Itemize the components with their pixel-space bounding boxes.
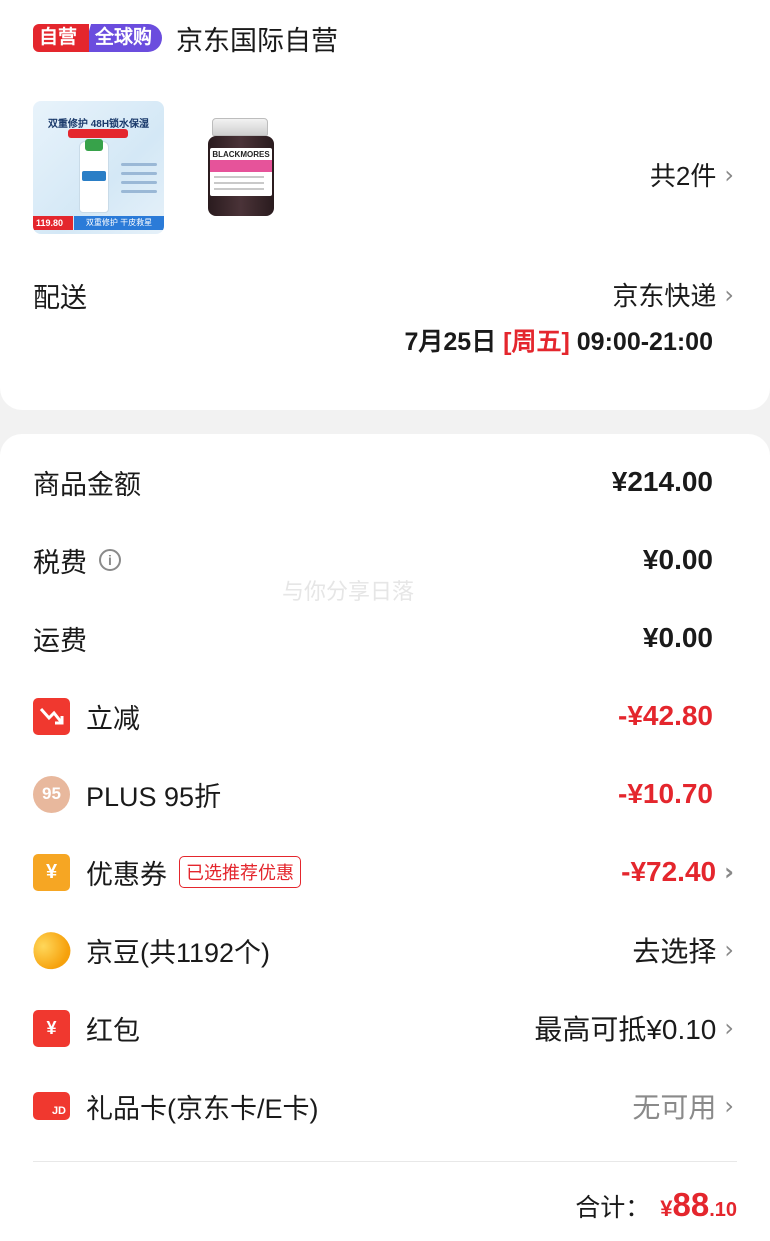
product-image-cetaphil[interactable]: 双重修护 48H锁水保湿 119.80 双重修护 干皮救星	[33, 101, 164, 234]
instant-discount-row: 立减 -¥42.80	[0, 686, 770, 746]
delivery-label: 配送	[33, 283, 87, 313]
coupon-row[interactable]: ¥ 优惠券 已选推荐优惠 -¥72.40 ›	[0, 842, 770, 902]
goods-amount-value: ¥214.00	[611, 466, 713, 497]
gift-card-label: 礼品卡(京东卡/E卡)	[86, 1093, 319, 1124]
tax-value: ¥0.00	[642, 544, 713, 575]
jar-label-lines	[214, 176, 264, 194]
chevron-right-icon: ›	[724, 936, 734, 964]
total-label: 合计：	[575, 1194, 651, 1222]
jar-pink-band	[210, 160, 272, 172]
plus-discount-row: 95 PLUS 95折 -¥10.70	[0, 764, 770, 824]
plus-discount-value: -¥10.70	[618, 778, 713, 809]
red-packet-label-group: ¥ 红包	[33, 998, 140, 1058]
store-header: 自营 全球购 京东国际自营	[33, 22, 338, 56]
coupon-value: -¥72.40	[621, 856, 717, 887]
coupon-icon: ¥	[33, 853, 70, 891]
plus-discount-label-group: 95 PLUS 95折	[33, 764, 221, 824]
delivery-carrier-selector[interactable]: 京东快递 ›	[612, 276, 734, 313]
product-image-tag	[68, 129, 128, 138]
delivery-carrier: 京东快递	[612, 281, 717, 311]
red-packet-icon: ¥	[33, 1009, 70, 1047]
jd-beans-label-group: 京豆(共1192个)	[26, 920, 271, 980]
chevron-right-icon: ›	[724, 160, 734, 189]
instant-discount-label-group: 立减	[33, 686, 140, 746]
chevron-right-icon: ›	[724, 280, 734, 309]
total-integer: 88	[672, 1186, 710, 1223]
gift-card-value-group: 无可用 ›	[632, 1076, 734, 1136]
chevron-right-icon: ›	[724, 1014, 734, 1042]
plus-discount-label: PLUS 95折	[86, 781, 222, 812]
goods-amount-label: 商品金额	[33, 469, 141, 500]
jd-beans-value-group: 去选择 ›	[632, 920, 734, 980]
tax-row: 税费 i ¥0.00	[0, 530, 770, 590]
jar-brand-text: BLACKMORES	[212, 150, 270, 159]
product-image-blackmores[interactable]: BLACKMORES	[204, 114, 278, 220]
coupon-value-group: -¥72.40 ›	[621, 842, 734, 902]
product-image-headline: 双重修护 48H锁水保湿	[47, 119, 150, 130]
product-info-lines	[121, 163, 157, 203]
coupon-label-group: ¥ 优惠券 已选推荐优惠	[33, 842, 301, 902]
chevron-right-icon: ›	[724, 858, 734, 886]
tax-label-group: 税费 i	[33, 530, 121, 590]
jd-beans-row[interactable]: 京豆(共1192个) 去选择 ›	[0, 920, 770, 980]
delivery-time[interactable]: 7月25日 [周五] 09:00-21:00	[405, 322, 714, 358]
total-currency: ¥	[660, 1196, 673, 1221]
instant-discount-label: 立减	[86, 703, 140, 734]
price-down-icon	[33, 697, 70, 735]
order-total: 合计： ¥ 88 .10	[575, 1186, 737, 1224]
gift-card-icon: JD	[33, 1092, 70, 1120]
bottle-cap-graphic	[85, 139, 103, 151]
order-goods-card: 自营 全球购 京东国际自营 双重修护 48H锁水保湿 119.80 双重修护 干…	[0, 0, 770, 410]
gift-card-row[interactable]: JD 礼品卡(京东卡/E卡) 无可用 ›	[0, 1076, 770, 1136]
jd-beans-select: 去选择	[632, 936, 717, 967]
instant-discount-value: -¥42.80	[618, 700, 713, 731]
shipping-value: ¥0.00	[642, 622, 713, 653]
product-image-strip: 双重修护 干皮救星	[74, 216, 164, 230]
coupon-label: 优惠券	[86, 859, 167, 890]
plus-95-icon: 95	[33, 775, 70, 813]
info-icon[interactable]: i	[99, 549, 121, 571]
chevron-right-icon: ›	[724, 1092, 734, 1120]
jar-label-graphic: BLACKMORES	[210, 148, 272, 196]
jd-beans-label: 京豆(共1192个)	[86, 937, 271, 968]
jd-bean-icon	[26, 925, 77, 975]
coupon-recommended-tag: 已选推荐优惠	[179, 856, 301, 888]
product-image-price: 119.80	[33, 216, 73, 230]
tax-label: 税费	[33, 547, 87, 578]
red-packet-value-group: 最高可抵¥0.10 ›	[534, 998, 734, 1058]
gift-card-value: 无可用	[632, 1092, 717, 1123]
shipping-label: 运费	[33, 625, 87, 656]
shipping-row: 运费 ¥0.00	[0, 608, 770, 668]
red-packet-value: 最高可抵¥0.10	[534, 1014, 717, 1045]
red-packet-label: 红包	[86, 1015, 140, 1046]
total-decimal: .10	[709, 1199, 737, 1221]
summary-divider	[33, 1161, 737, 1162]
self-operated-badge: 自营	[33, 24, 90, 52]
jar-lid-graphic	[212, 118, 268, 136]
item-count-link[interactable]: 共2件 ›	[650, 156, 734, 193]
delivery-time-range: 09:00-21:00	[576, 328, 713, 356]
store-name: 京东国际自营	[176, 25, 339, 56]
global-purchase-badge: 全球购	[83, 24, 163, 52]
red-packet-row[interactable]: ¥ 红包 最高可抵¥0.10 ›	[0, 998, 770, 1058]
item-count-label: 共2件	[649, 161, 717, 191]
gift-card-label-group: JD 礼品卡(京东卡/E卡)	[33, 1076, 319, 1136]
delivery-date: 7月25日	[404, 328, 497, 356]
delivery-weekday: [周五]	[503, 328, 570, 356]
goods-amount-row: 商品金额 ¥214.00	[0, 452, 770, 512]
bottle-label-graphic	[82, 171, 106, 181]
